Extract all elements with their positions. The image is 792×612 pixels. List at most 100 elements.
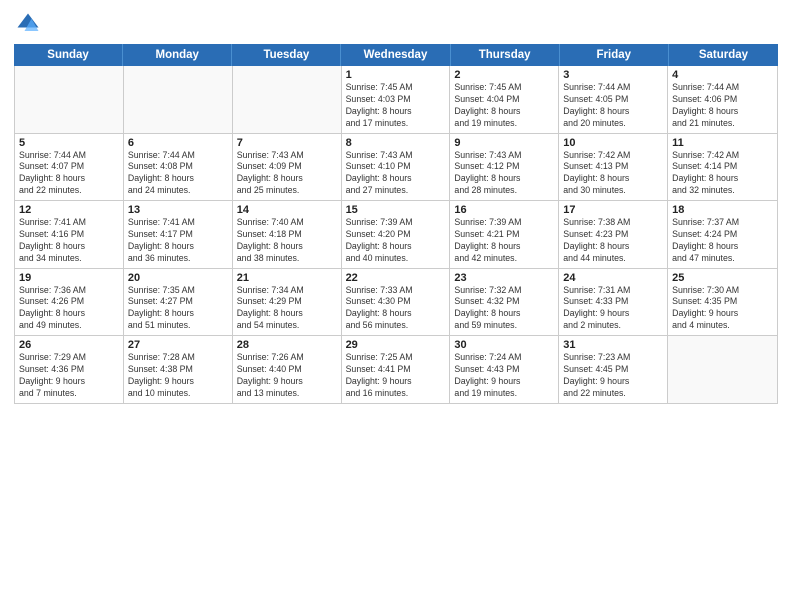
cell-info: Sunrise: 7:39 AM Sunset: 4:20 PM Dayligh…: [346, 217, 446, 265]
cell-day-number: 12: [19, 204, 119, 216]
calendar-cell: 1Sunrise: 7:45 AM Sunset: 4:03 PM Daylig…: [342, 66, 451, 133]
cell-day-number: 17: [563, 204, 663, 216]
weekday-header: Saturday: [669, 44, 778, 66]
cell-info: Sunrise: 7:24 AM Sunset: 4:43 PM Dayligh…: [454, 352, 554, 400]
cell-info: Sunrise: 7:25 AM Sunset: 4:41 PM Dayligh…: [346, 352, 446, 400]
cell-info: Sunrise: 7:45 AM Sunset: 4:04 PM Dayligh…: [454, 82, 554, 130]
page: SundayMondayTuesdayWednesdayThursdayFrid…: [0, 0, 792, 612]
cell-day-number: 15: [346, 204, 446, 216]
cell-day-number: 23: [454, 272, 554, 284]
calendar-cell: 17Sunrise: 7:38 AM Sunset: 4:23 PM Dayli…: [559, 201, 668, 268]
cell-day-number: 30: [454, 339, 554, 351]
calendar-cell: [233, 66, 342, 133]
calendar-body: 1Sunrise: 7:45 AM Sunset: 4:03 PM Daylig…: [15, 66, 777, 403]
calendar-row: 5Sunrise: 7:44 AM Sunset: 4:07 PM Daylig…: [15, 134, 777, 202]
weekday-header: Friday: [560, 44, 669, 66]
calendar-cell: 6Sunrise: 7:44 AM Sunset: 4:08 PM Daylig…: [124, 134, 233, 201]
calendar-cell: 12Sunrise: 7:41 AM Sunset: 4:16 PM Dayli…: [15, 201, 124, 268]
cell-info: Sunrise: 7:34 AM Sunset: 4:29 PM Dayligh…: [237, 285, 337, 333]
calendar: SundayMondayTuesdayWednesdayThursdayFrid…: [14, 44, 778, 602]
cell-info: Sunrise: 7:42 AM Sunset: 4:14 PM Dayligh…: [672, 150, 773, 198]
weekday-header: Sunday: [14, 44, 123, 66]
cell-info: Sunrise: 7:37 AM Sunset: 4:24 PM Dayligh…: [672, 217, 773, 265]
header: [14, 10, 778, 38]
cell-day-number: 26: [19, 339, 119, 351]
cell-day-number: 22: [346, 272, 446, 284]
cell-info: Sunrise: 7:45 AM Sunset: 4:03 PM Dayligh…: [346, 82, 446, 130]
cell-day-number: 8: [346, 137, 446, 149]
calendar-row: 26Sunrise: 7:29 AM Sunset: 4:36 PM Dayli…: [15, 336, 777, 403]
calendar-cell: 13Sunrise: 7:41 AM Sunset: 4:17 PM Dayli…: [124, 201, 233, 268]
calendar-cell: 31Sunrise: 7:23 AM Sunset: 4:45 PM Dayli…: [559, 336, 668, 403]
calendar-cell: 11Sunrise: 7:42 AM Sunset: 4:14 PM Dayli…: [668, 134, 777, 201]
cell-info: Sunrise: 7:39 AM Sunset: 4:21 PM Dayligh…: [454, 217, 554, 265]
cell-day-number: 18: [672, 204, 773, 216]
calendar-cell: 18Sunrise: 7:37 AM Sunset: 4:24 PM Dayli…: [668, 201, 777, 268]
cell-day-number: 28: [237, 339, 337, 351]
cell-info: Sunrise: 7:26 AM Sunset: 4:40 PM Dayligh…: [237, 352, 337, 400]
cell-info: Sunrise: 7:40 AM Sunset: 4:18 PM Dayligh…: [237, 217, 337, 265]
cell-day-number: 19: [19, 272, 119, 284]
cell-info: Sunrise: 7:43 AM Sunset: 4:09 PM Dayligh…: [237, 150, 337, 198]
cell-day-number: 11: [672, 137, 773, 149]
calendar-cell: 27Sunrise: 7:28 AM Sunset: 4:38 PM Dayli…: [124, 336, 233, 403]
cell-info: Sunrise: 7:44 AM Sunset: 4:08 PM Dayligh…: [128, 150, 228, 198]
cell-day-number: 21: [237, 272, 337, 284]
cell-day-number: 24: [563, 272, 663, 284]
cell-info: Sunrise: 7:43 AM Sunset: 4:10 PM Dayligh…: [346, 150, 446, 198]
calendar-cell: [124, 66, 233, 133]
calendar-cell: 14Sunrise: 7:40 AM Sunset: 4:18 PM Dayli…: [233, 201, 342, 268]
cell-day-number: 13: [128, 204, 228, 216]
weekday-header: Thursday: [451, 44, 560, 66]
weekday-header: Wednesday: [341, 44, 450, 66]
cell-info: Sunrise: 7:41 AM Sunset: 4:17 PM Dayligh…: [128, 217, 228, 265]
logo-icon: [14, 10, 42, 38]
cell-info: Sunrise: 7:44 AM Sunset: 4:07 PM Dayligh…: [19, 150, 119, 198]
calendar-cell: 21Sunrise: 7:34 AM Sunset: 4:29 PM Dayli…: [233, 269, 342, 336]
calendar-cell: 30Sunrise: 7:24 AM Sunset: 4:43 PM Dayli…: [450, 336, 559, 403]
cell-info: Sunrise: 7:43 AM Sunset: 4:12 PM Dayligh…: [454, 150, 554, 198]
cell-day-number: 31: [563, 339, 663, 351]
calendar-cell: 2Sunrise: 7:45 AM Sunset: 4:04 PM Daylig…: [450, 66, 559, 133]
cell-info: Sunrise: 7:44 AM Sunset: 4:06 PM Dayligh…: [672, 82, 773, 130]
calendar-cell: 10Sunrise: 7:42 AM Sunset: 4:13 PM Dayli…: [559, 134, 668, 201]
cell-day-number: 20: [128, 272, 228, 284]
cell-info: Sunrise: 7:33 AM Sunset: 4:30 PM Dayligh…: [346, 285, 446, 333]
cell-info: Sunrise: 7:30 AM Sunset: 4:35 PM Dayligh…: [672, 285, 773, 333]
calendar-cell: 15Sunrise: 7:39 AM Sunset: 4:20 PM Dayli…: [342, 201, 451, 268]
cell-info: Sunrise: 7:23 AM Sunset: 4:45 PM Dayligh…: [563, 352, 663, 400]
cell-info: Sunrise: 7:36 AM Sunset: 4:26 PM Dayligh…: [19, 285, 119, 333]
calendar-cell: 24Sunrise: 7:31 AM Sunset: 4:33 PM Dayli…: [559, 269, 668, 336]
calendar-cell: 28Sunrise: 7:26 AM Sunset: 4:40 PM Dayli…: [233, 336, 342, 403]
cell-info: Sunrise: 7:32 AM Sunset: 4:32 PM Dayligh…: [454, 285, 554, 333]
cell-info: Sunrise: 7:35 AM Sunset: 4:27 PM Dayligh…: [128, 285, 228, 333]
calendar-cell: 23Sunrise: 7:32 AM Sunset: 4:32 PM Dayli…: [450, 269, 559, 336]
cell-day-number: 9: [454, 137, 554, 149]
cell-day-number: 4: [672, 69, 773, 81]
calendar-cell: 3Sunrise: 7:44 AM Sunset: 4:05 PM Daylig…: [559, 66, 668, 133]
cell-day-number: 3: [563, 69, 663, 81]
calendar-cell: [15, 66, 124, 133]
cell-day-number: 7: [237, 137, 337, 149]
cell-day-number: 14: [237, 204, 337, 216]
calendar-cell: 8Sunrise: 7:43 AM Sunset: 4:10 PM Daylig…: [342, 134, 451, 201]
cell-day-number: 6: [128, 137, 228, 149]
cell-day-number: 2: [454, 69, 554, 81]
calendar-cell: 20Sunrise: 7:35 AM Sunset: 4:27 PM Dayli…: [124, 269, 233, 336]
weekday-header: Tuesday: [232, 44, 341, 66]
calendar-cell: 16Sunrise: 7:39 AM Sunset: 4:21 PM Dayli…: [450, 201, 559, 268]
cell-day-number: 10: [563, 137, 663, 149]
weekday-header: Monday: [123, 44, 232, 66]
calendar-cell: 22Sunrise: 7:33 AM Sunset: 4:30 PM Dayli…: [342, 269, 451, 336]
cell-info: Sunrise: 7:38 AM Sunset: 4:23 PM Dayligh…: [563, 217, 663, 265]
cell-info: Sunrise: 7:28 AM Sunset: 4:38 PM Dayligh…: [128, 352, 228, 400]
cell-day-number: 16: [454, 204, 554, 216]
calendar-cell: 9Sunrise: 7:43 AM Sunset: 4:12 PM Daylig…: [450, 134, 559, 201]
calendar-row: 1Sunrise: 7:45 AM Sunset: 4:03 PM Daylig…: [15, 66, 777, 134]
cell-info: Sunrise: 7:42 AM Sunset: 4:13 PM Dayligh…: [563, 150, 663, 198]
cell-day-number: 1: [346, 69, 446, 81]
calendar-cell: 19Sunrise: 7:36 AM Sunset: 4:26 PM Dayli…: [15, 269, 124, 336]
cell-day-number: 5: [19, 137, 119, 149]
cell-day-number: 29: [346, 339, 446, 351]
calendar-cell: [668, 336, 777, 403]
